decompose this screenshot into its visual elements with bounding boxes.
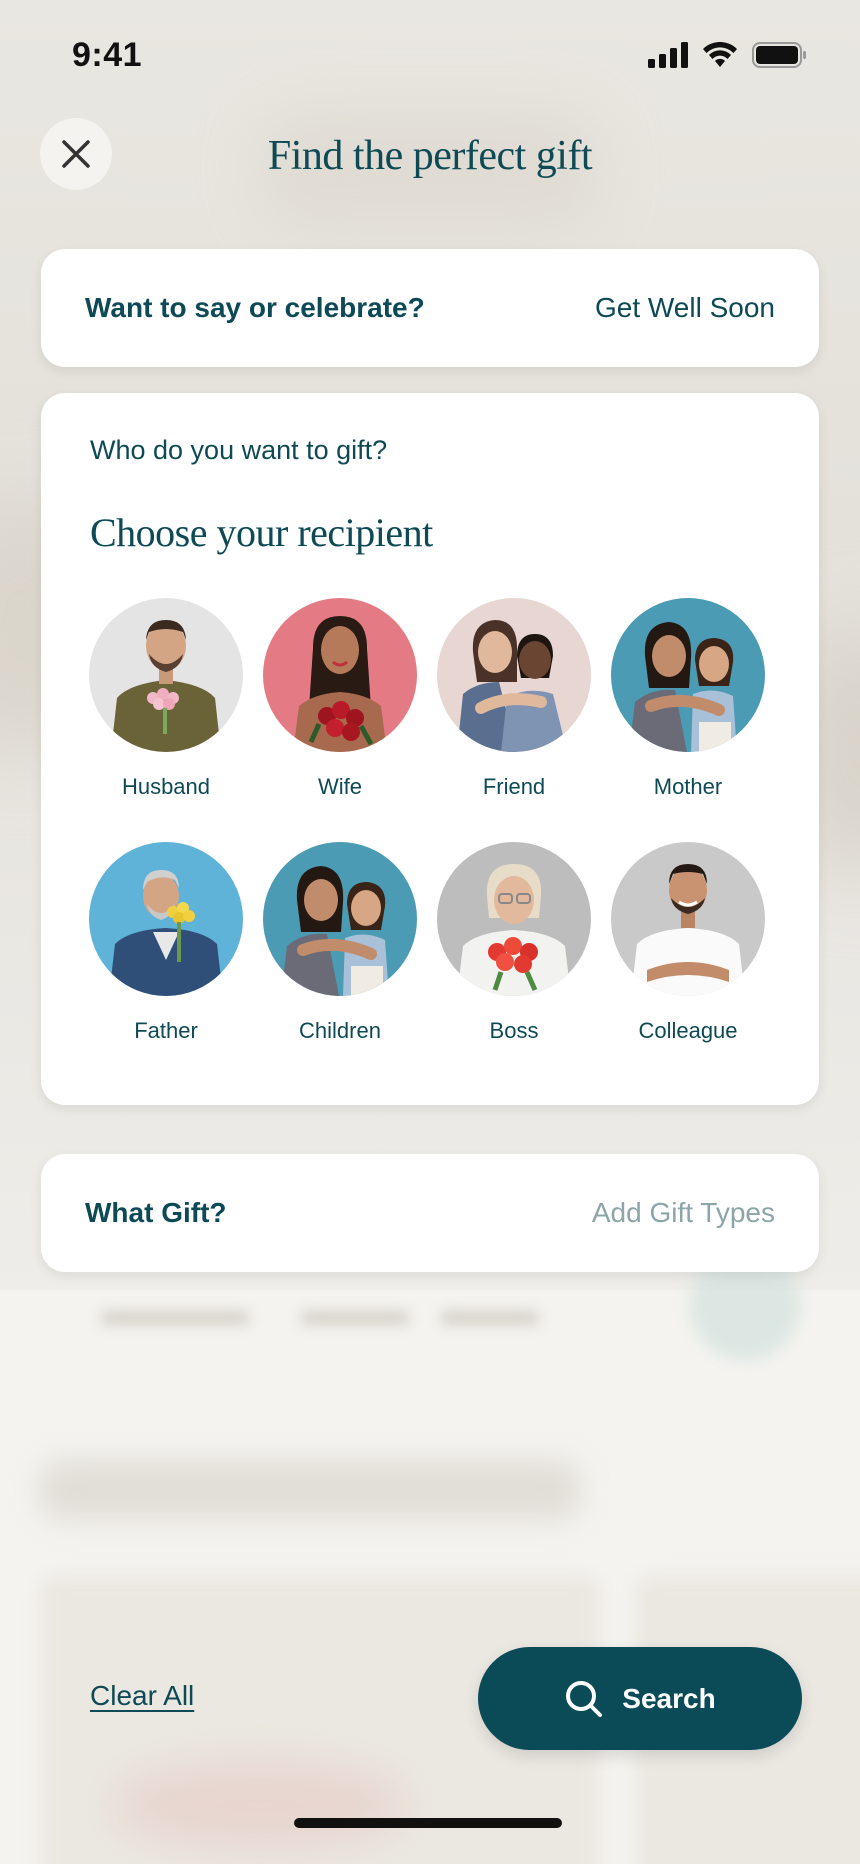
recipient-avatar [89,598,243,752]
recipient-label: Friend [482,774,546,799]
clear-all-link[interactable]: Clear All [90,1680,194,1712]
recipient-question: Who do you want to gift? [90,435,388,465]
recipient-option-wife[interactable]: Wife [263,598,417,800]
status-icons [648,42,808,68]
recipient-avatar [611,598,765,752]
gift-type-selector[interactable]: What Gift? Add Gift Types [41,1154,819,1272]
recipient-option-friend[interactable]: Friend [437,598,591,800]
page-title: Find the perfect gift [267,133,593,179]
search-icon [566,1680,603,1717]
recipient-avatar [263,842,417,996]
recipient-label: Mother [653,774,723,799]
recipient-label: Wife [318,774,362,799]
recipient-avatar [437,598,591,752]
recipient-option-mother[interactable]: Mother [611,598,765,800]
occasion-selector[interactable]: Want to say or celebrate? Get Well Soon [41,249,819,367]
recipient-label: Husband [121,774,211,799]
search-button-label: Search [622,1682,716,1714]
recipient-avatar [89,842,243,996]
recipient-label: Colleague [638,1018,738,1043]
home-indicator [294,1818,562,1828]
status-bar: 9:41 [0,0,860,110]
recipient-heading: Choose your recipient [90,510,433,555]
recipient-card: Who do you want to gift? Choose your rec… [41,393,819,1105]
wifi-icon [703,42,737,67]
occasion-label: Want to say or celebrate? [85,292,425,323]
recipient-option-colleague[interactable]: Colleague [611,842,765,1044]
occasion-value: Get Well Soon [594,292,775,323]
recipient-option-boss[interactable]: Boss [437,842,591,1044]
battery-icon [752,42,806,68]
gift-placeholder: Add Gift Types [591,1197,775,1228]
recipient-option-husband[interactable]: Husband [89,598,243,800]
recipient-label: Children [299,1018,381,1043]
recipient-option-father[interactable]: Father [89,842,243,1044]
recipient-option-children[interactable]: Children [263,842,417,1044]
recipient-avatar [263,598,417,752]
status-time: 9:41 [72,36,143,74]
recipient-label: Boss [489,1018,539,1043]
search-button[interactable]: Search [478,1647,802,1750]
recipient-avatar [611,842,765,996]
recipient-avatar [437,842,591,996]
recipient-label: Father [134,1018,198,1043]
cellular-signal-icon [648,42,688,68]
gift-label: What Gift? [85,1197,227,1228]
recipient-grid: Husband Wife Friend Mother Father Childr… [89,598,773,1044]
